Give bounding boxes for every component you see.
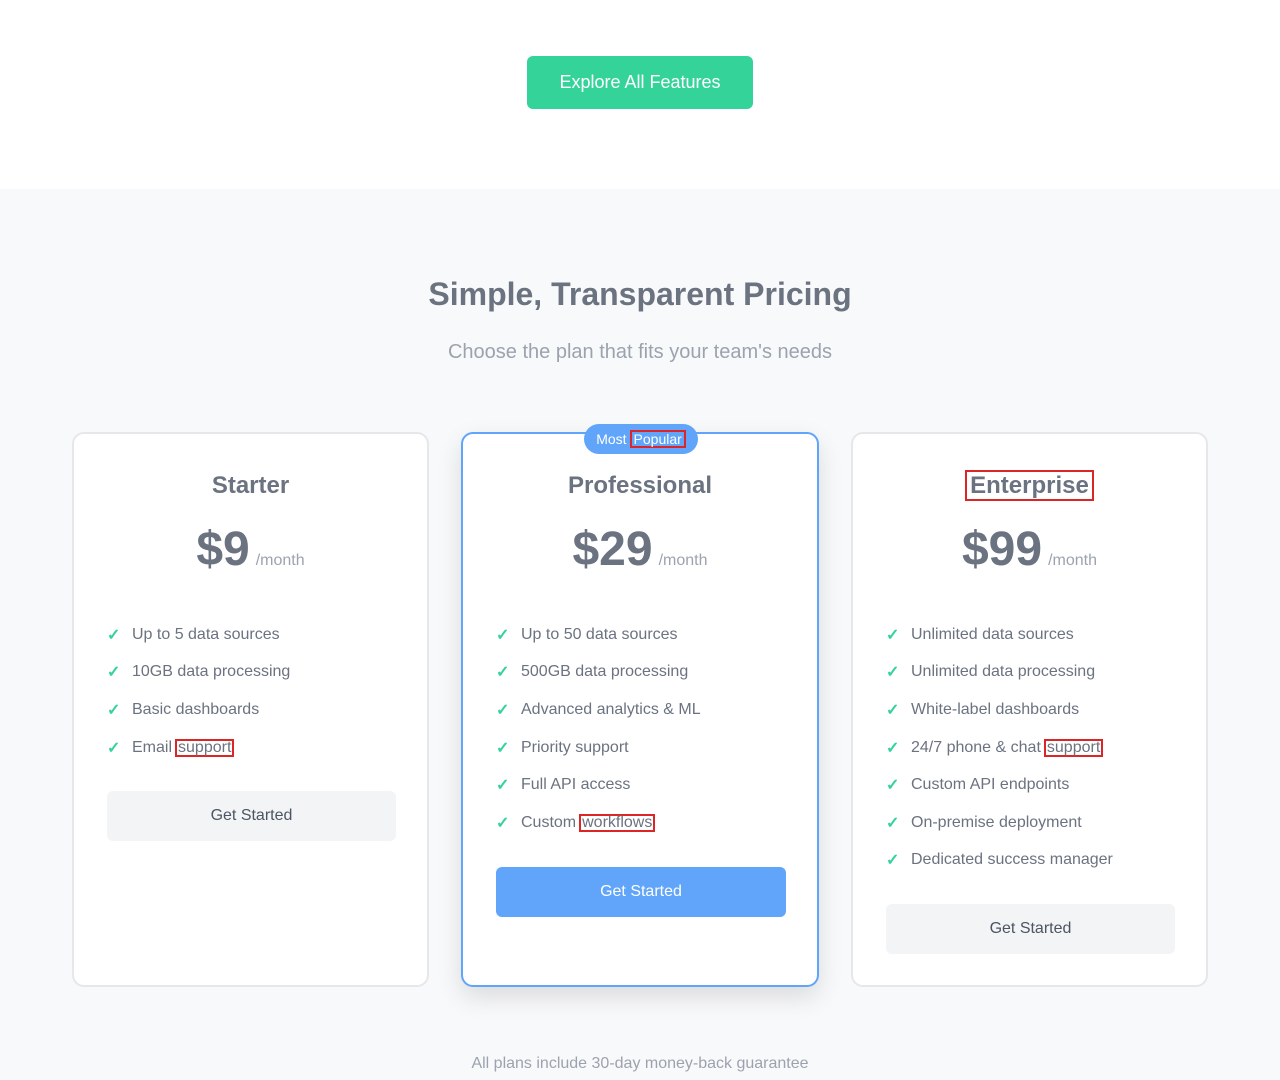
most-popular-badge: Most Popular xyxy=(584,424,698,454)
check-icon: ✓ xyxy=(496,664,510,682)
feature-text: Basic dashboards xyxy=(132,700,260,718)
get-started-button-starter[interactable]: Get Started xyxy=(107,791,396,841)
pricing-section: Simple, Transparent Pricing Choose the p… xyxy=(0,189,1280,1080)
feature-item: ✓ Up to 5 data sources xyxy=(107,616,290,654)
feature-item: ✓ Custom API endpoints xyxy=(886,766,1113,804)
feature-text: 500GB data processing xyxy=(521,663,689,681)
price-row: $29/month xyxy=(463,522,817,577)
badge-highlighted-word: Popular xyxy=(629,430,686,448)
check-icon: ✓ xyxy=(496,739,510,757)
check-icon: ✓ xyxy=(886,739,900,757)
check-icon: ✓ xyxy=(107,626,121,644)
feature-item: ✓ Dedicated success manager xyxy=(886,842,1113,880)
feature-text: Email xyxy=(132,738,173,756)
feature-item: ✓ Unlimited data processing xyxy=(886,654,1113,692)
plan-card-enterprise: Enterprise $99/month ✓ Unlimited data sou… xyxy=(851,432,1208,987)
check-icon: ✓ xyxy=(886,852,900,870)
highlighted-word: support xyxy=(175,738,235,757)
plan-name: Professional xyxy=(567,472,713,499)
get-started-button-professional[interactable]: Get Started xyxy=(496,867,786,917)
feature-item: ✓ 24/7 phone & chat support xyxy=(886,729,1113,767)
plan-price: $9 xyxy=(196,523,250,576)
plan-name: Enterprise xyxy=(853,470,1206,501)
highlighted-word: workflows xyxy=(579,813,656,832)
feature-item: ✓ Email support xyxy=(107,729,290,767)
plan-period: /month xyxy=(1048,552,1097,569)
feature-text: 10GB data processing xyxy=(132,663,291,681)
feature-list: ✓ Up to 5 data sources ✓ 10GB data process… xyxy=(107,616,290,766)
badge-text: Most xyxy=(596,431,627,447)
check-icon: ✓ xyxy=(496,777,510,795)
feature-item: ✓ Up to 50 data sources xyxy=(496,616,701,654)
price-row: $99/month xyxy=(853,522,1206,577)
feature-item: ✓ 500GB data processing xyxy=(496,654,701,692)
check-icon: ✓ xyxy=(886,777,900,795)
pricing-subtitle: Choose the plan that fits your team's ne… xyxy=(447,341,833,363)
plan-name: Starter xyxy=(211,472,290,499)
feature-item: ✓ Custom workflows xyxy=(496,804,701,842)
check-icon: ✓ xyxy=(107,739,121,757)
feature-list: ✓ Unlimited data sources ✓ Unlimited data … xyxy=(886,616,1113,879)
check-icon: ✓ xyxy=(886,701,900,719)
feature-item: ✓ Advanced analytics & ML xyxy=(496,691,701,729)
plan-name-highlighted: Enterprise xyxy=(965,470,1094,501)
feature-text: Up to 50 data sources xyxy=(521,625,678,643)
check-icon: ✓ xyxy=(107,664,121,682)
feature-text: White-label dashboards xyxy=(911,700,1080,718)
get-started-button-enterprise[interactable]: Get Started xyxy=(886,904,1175,954)
plan-price: $29 xyxy=(572,523,653,576)
feature-text: Custom API endpoints xyxy=(911,776,1070,794)
feature-item: ✓ Full API access xyxy=(496,766,701,804)
feature-item: ✓ White-label dashboards xyxy=(886,691,1113,729)
feature-text: On-premise deployment xyxy=(911,813,1082,831)
plan-card-professional: Most Popular Professional $29/month ✓ Up t… xyxy=(461,424,819,987)
feature-item: ✓ 10GB data processing xyxy=(107,654,290,692)
feature-text: Full API access xyxy=(521,776,631,794)
feature-text: Unlimited data sources xyxy=(911,625,1074,643)
check-icon: ✓ xyxy=(496,701,510,719)
feature-item: ✓ Priority support xyxy=(496,729,701,767)
feature-text: Advanced analytics & ML xyxy=(521,700,701,718)
feature-list: ✓ Up to 50 data sources ✓ 500GB data proce… xyxy=(496,616,701,842)
money-back-guarantee-note: All plans include 30-day money-back guar… xyxy=(471,1055,809,1072)
check-icon: ✓ xyxy=(886,814,900,832)
highlighted-word: support xyxy=(1043,738,1104,757)
check-icon: ✓ xyxy=(107,701,121,719)
feature-text: Dedicated success manager xyxy=(911,851,1113,869)
feature-text: Custom xyxy=(521,813,577,831)
feature-item: ✓ On-premise deployment xyxy=(886,804,1113,842)
feature-text: Up to 5 data sources xyxy=(132,625,280,643)
feature-item: ✓ Basic dashboards xyxy=(107,691,290,729)
feature-text: Unlimited data processing xyxy=(911,663,1096,681)
plan-period: /month xyxy=(255,552,305,569)
plan-card-starter: Starter $9/month ✓ Up to 5 data sources ✓… xyxy=(72,432,429,987)
check-icon: ✓ xyxy=(496,814,510,832)
check-icon: ✓ xyxy=(886,626,900,644)
explore-features-button[interactable]: Explore All Features xyxy=(527,56,753,109)
check-icon: ✓ xyxy=(496,626,510,644)
check-icon: ✓ xyxy=(886,664,900,682)
price-row: $9/month xyxy=(74,522,427,577)
plan-price: $99 xyxy=(961,523,1043,576)
feature-text: 24/7 phone & chat xyxy=(911,738,1041,756)
feature-item: ✓ Unlimited data sources xyxy=(886,616,1113,654)
plan-period: /month xyxy=(658,552,708,569)
feature-text: Priority support xyxy=(521,738,629,756)
pricing-title: Simple, Transparent Pricing xyxy=(428,276,852,312)
hero-band: Explore All Features xyxy=(0,0,1280,189)
